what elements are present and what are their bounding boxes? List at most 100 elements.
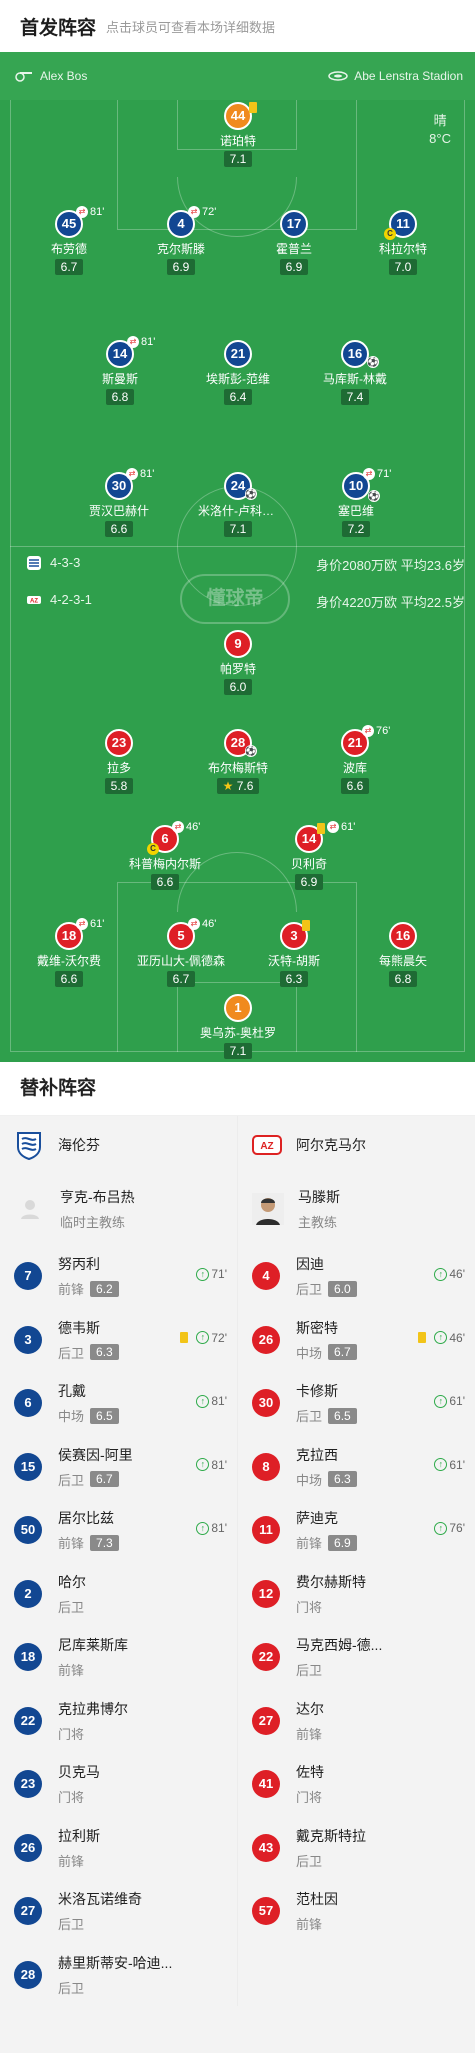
sub-in-arrow-icon: ↑ <box>434 1267 448 1281</box>
sub-player-row[interactable]: 6 孔戴 中场 6.5 ↑ 81' <box>0 1371 237 1435</box>
player-rating: 7.1 <box>223 151 253 167</box>
sub-player-row[interactable]: 3 德韦斯 后卫 6.3 ↑ 72' <box>0 1307 237 1372</box>
sub-player-row[interactable]: 22 克拉弗博尔 门将 <box>0 1688 237 1753</box>
player-home-fw3[interactable]: 10 ⇄ 71' ⚽ 塞巴维 7.2 <box>301 468 411 538</box>
player-away-am3[interactable]: 21 ⇄ 76' 波库 6.6 <box>300 725 410 795</box>
sub-in-arrow-icon: ↑ <box>434 1521 448 1535</box>
sub-player-row[interactable]: 28 赫里斯蒂安-哈迪... 后卫 <box>0 1942 237 2007</box>
sub-player-row[interactable]: 15 侯赛因-阿里 后卫 6.7 ↑ 81' <box>0 1434 237 1499</box>
sub-player-row[interactable]: 8 克拉西 中场 6.3 ↑ 61' <box>238 1434 475 1499</box>
player-home-df4[interactable]: 11 C 科拉尔特 7.0 <box>348 210 458 276</box>
sub-player-row[interactable]: 26 斯密特 中场 6.7 ↑ 46' <box>238 1307 475 1372</box>
player-home-df3[interactable]: 17 霍普兰 6.9 <box>239 210 349 276</box>
sub-player-row[interactable]: 26 拉利斯 前锋 <box>0 1815 237 1880</box>
player-home-mf2[interactable]: 21 埃斯彭-范维 6.4 <box>183 340 293 406</box>
sub-player-row[interactable]: 18 尼库莱斯库 前锋 <box>0 1625 237 1689</box>
player-away-df1[interactable]: 18 ⇄ 61' 戴维-沃尔费 6.6 <box>14 918 124 988</box>
sub-in-minute: 81' <box>211 1457 227 1472</box>
sub-out-icon: ⇄ <box>363 468 375 480</box>
player-home-gk[interactable]: 44 诺珀特 7.1 <box>183 102 293 168</box>
sub-player-name: 哈尔 <box>58 1573 86 1590</box>
sub-player-row[interactable]: 57 范杜因 前锋 <box>238 1879 475 1943</box>
sub-player-row[interactable]: 41 佐特 门将 <box>238 1752 475 1816</box>
away-team-age: 平均22.5岁 <box>400 595 465 610</box>
player-away-df2[interactable]: 5 ⇄ 46' 亚历山大-佩德森 6.7 <box>126 918 236 988</box>
sub-player-position: 前锋 <box>58 1853 85 1869</box>
sub-in-event: ↑ 46' <box>434 1267 465 1281</box>
sub-player-row[interactable]: 11 萨迪克 前锋 6.9 ↑ 76' <box>238 1498 475 1562</box>
home-coach-row[interactable]: 亨克-布吕热 临时主教练 <box>0 1174 237 1244</box>
home-team-row[interactable]: 海伦芬 <box>0 1116 237 1174</box>
player-name: 诺珀特 <box>219 134 256 148</box>
player-away-st[interactable]: 9 帕罗特 6.0 <box>183 630 293 696</box>
sub-player-row[interactable]: 27 米洛瓦诺维奇 后卫 <box>0 1879 237 1943</box>
player-home-fw1[interactable]: 30 ⇄ 81' 贾汉巴赫什 6.6 <box>64 468 174 538</box>
player-away-dm1[interactable]: 6 ⇄ 46' C 科普梅内尔斯 6.6 <box>110 821 220 891</box>
sub-player-row[interactable]: 4 因迪 后卫 6.0 ↑ 46' <box>238 1244 475 1308</box>
home-formation: 4-3-3 <box>50 555 81 570</box>
player-name: 克尔斯滕 <box>156 242 205 256</box>
sub-player-position: 后卫 <box>58 1917 85 1933</box>
sub-out-icon: ⇄ <box>188 918 200 930</box>
sub-player-number: 27 <box>252 1706 280 1735</box>
weather: 晴 8°C <box>429 112 451 148</box>
sub-player-position: 后卫 <box>58 1599 85 1615</box>
sub-player-row[interactable]: 50 居尔比兹 前锋 7.3 ↑ 81' <box>0 1498 237 1562</box>
player-rating: 6.3 <box>279 971 309 987</box>
yellow-card-icon <box>180 1332 189 1343</box>
sub-player-row[interactable]: 12 费尔赫斯特 门将 <box>238 1561 475 1626</box>
away-coach-row[interactable]: 马滕斯 主教练 <box>238 1174 475 1244</box>
away-value-age: 身价4220万欧 平均22.5岁 <box>316 592 465 611</box>
player-away-dm2[interactable]: 14 ⇄ 61' 贝利奇 6.9 <box>254 821 364 891</box>
sub-player-position: 后卫 <box>296 1663 323 1679</box>
sub-player-name: 戴克斯特拉 <box>296 1827 366 1844</box>
sub-in-arrow-icon: ↑ <box>434 1458 448 1471</box>
sub-in-minute: 46' <box>449 1267 465 1281</box>
sub-player-row[interactable]: 43 戴克斯特拉 后卫 <box>238 1815 475 1880</box>
player-name: 霍普兰 <box>275 242 312 256</box>
sub-player-name: 米洛瓦诺维奇 <box>58 1891 142 1908</box>
sub-in-event: ↑ 72' <box>180 1331 227 1345</box>
player-home-mf3[interactable]: 16 ⚽ 马库斯-林戴 7.4 <box>300 340 410 406</box>
sub-player-rating: 6.7 <box>328 1344 357 1361</box>
player-home-df1[interactable]: 45 ⇄ 81' 布劳德 6.7 <box>14 206 124 276</box>
sub-in-event: ↑ 61' <box>434 1394 465 1408</box>
sub-player-number: 50 <box>14 1516 42 1545</box>
player-home-df2[interactable]: 4 ⇄ 72' 克尔斯滕 6.9 <box>126 206 236 276</box>
player-home-mf1[interactable]: 14 ⇄ 81' 斯曼斯 6.8 <box>65 336 175 406</box>
away-team-row[interactable]: AZ 阿尔克马尔 <box>238 1116 475 1174</box>
sub-player-row[interactable]: 27 达尔 前锋 <box>238 1688 475 1753</box>
player-away-df3[interactable]: 3 沃特-胡斯 6.3 <box>239 920 349 988</box>
sub-in-minute: 76' <box>449 1521 465 1535</box>
goal-ball-icon: ⚽ <box>368 490 380 502</box>
away-stadium-label: Abe Lenstra Stadion <box>354 69 463 83</box>
coach-role: 临时主教练 <box>60 1215 126 1230</box>
player-away-df4[interactable]: 16 每熊晨矢 6.8 <box>348 922 458 988</box>
player-away-gk[interactable]: 1 奥乌苏-奥杜罗 7.1 <box>183 994 293 1060</box>
sub-out-event: ⇄ 46' <box>188 918 216 930</box>
player-away-am2[interactable]: 28 ⚽ 布尔梅斯特 ★ 7.6 <box>183 729 293 795</box>
player-away-am1[interactable]: 23 拉多 5.8 <box>64 729 174 795</box>
sub-player-row[interactable]: 23 贝克马 门将 <box>0 1752 237 1816</box>
player-rating: 6.6 <box>340 778 370 794</box>
home-team-age: 平均23.6岁 <box>400 558 465 573</box>
player-rating: 6.8 <box>105 389 135 405</box>
home-formation-row: 4-3-3 身价2080万欧 平均23.6岁 <box>0 552 475 574</box>
sub-minute: 61' <box>341 821 356 833</box>
stadium-icon <box>328 71 348 81</box>
sub-player-position: 后卫 <box>296 1409 323 1425</box>
sub-player-number: 18 <box>14 1643 42 1672</box>
sub-player-row[interactable]: 30 卡修斯 后卫 6.5 ↑ 61' <box>238 1371 475 1435</box>
sub-player-name: 达尔 <box>296 1700 324 1717</box>
sub-player-name: 赫里斯蒂安-哈迪... <box>58 1954 173 1971</box>
sub-player-name: 德韦斯 <box>58 1319 100 1336</box>
player-name: 沃特-胡斯 <box>268 954 320 968</box>
sub-player-name: 侯赛因-阿里 <box>58 1446 133 1463</box>
sub-player-row[interactable]: 22 马克西姆-德... 后卫 <box>238 1625 475 1689</box>
sub-player-row[interactable]: 2 哈尔 后卫 <box>0 1561 237 1626</box>
player-home-fw2[interactable]: 24 ⚽ 米洛什-卢科维奇 7.1 <box>183 472 293 538</box>
sub-player-number: 43 <box>252 1833 280 1862</box>
sub-player-number: 22 <box>14 1706 42 1735</box>
sub-player-row[interactable]: 7 努丙利 前锋 6.2 ↑ 71' <box>0 1244 237 1308</box>
home-subs-column: 海伦芬 亨克-布吕热 临时主教练 7 努丙利 前锋 6.2 ↑ 71' 3 德韦斯 后卫 6.3 ↑… <box>0 1116 237 2006</box>
